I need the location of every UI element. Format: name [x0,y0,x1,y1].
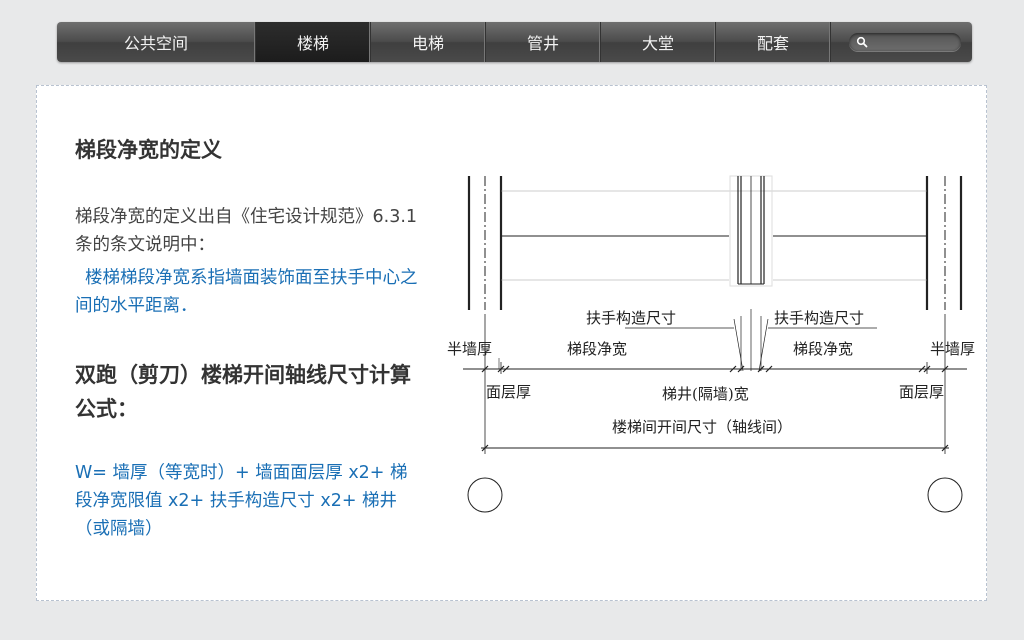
nav-tab-elevator[interactable]: 电梯 [371,22,486,62]
content-panel: 梯段净宽的定义 梯段净宽的定义出自《住宅设计规范》6.3.1 条的条文说明中： … [36,85,987,601]
formula-text: W= 墙厚（等宽时）+ 墙面面层厚 x2+ 梯段净宽限值 x2+ 扶手构造尺寸 … [75,463,408,539]
nav-tab-lobby[interactable]: 大堂 [601,22,716,62]
label-handrail-left: 扶手构造尺寸 [586,309,676,327]
label-handrail-right: 扶手构造尺寸 [774,309,864,327]
heading-formula: 双跑（剪刀）楼梯开间轴线尺寸计算公式： [75,363,411,421]
heading-definition: 梯段净宽的定义 [75,138,222,162]
nav-tab-facilities[interactable]: 配套 [716,22,831,62]
label-flight-width-left: 梯段净宽 [567,340,627,358]
paragraph-definition: 楼梯梯段净宽系指墙面装饰面至扶手中心之间的水平距离． [75,268,418,316]
stair-section-diagram: 扶手构造尺寸 扶手构造尺寸 半墙厚 半墙厚 梯段净宽 梯段净宽 面层厚 面层厚 … [447,175,975,513]
search-input[interactable] [871,33,955,51]
label-finish-left: 面层厚 [486,383,531,401]
nav-tab-stairs[interactable]: 楼梯 [256,22,371,62]
nav-search-area [831,22,972,62]
nav-tab-public-space[interactable]: 公共空间 [57,22,256,62]
search-box [849,33,961,51]
search-icon [856,36,868,48]
nav-tab-shaft[interactable]: 管井 [486,22,601,62]
paragraph-source: 梯段净宽的定义出自《住宅设计规范》6.3.1 条的条文说明中： [75,207,418,255]
label-finish-right: 面层厚 [899,383,944,401]
top-navigation-bar: 公共空间 楼梯 电梯 管井 大堂 配套 [57,22,972,62]
label-flight-width-right: 梯段净宽 [793,340,853,358]
label-half-wall-left: 半墙厚 [447,340,492,358]
label-half-wall-right: 半墙厚 [930,340,975,358]
label-stair-well: 梯井(隔墙)宽 [662,385,749,403]
label-bay-dimension: 楼梯间开间尺寸（轴线间） [612,418,792,436]
